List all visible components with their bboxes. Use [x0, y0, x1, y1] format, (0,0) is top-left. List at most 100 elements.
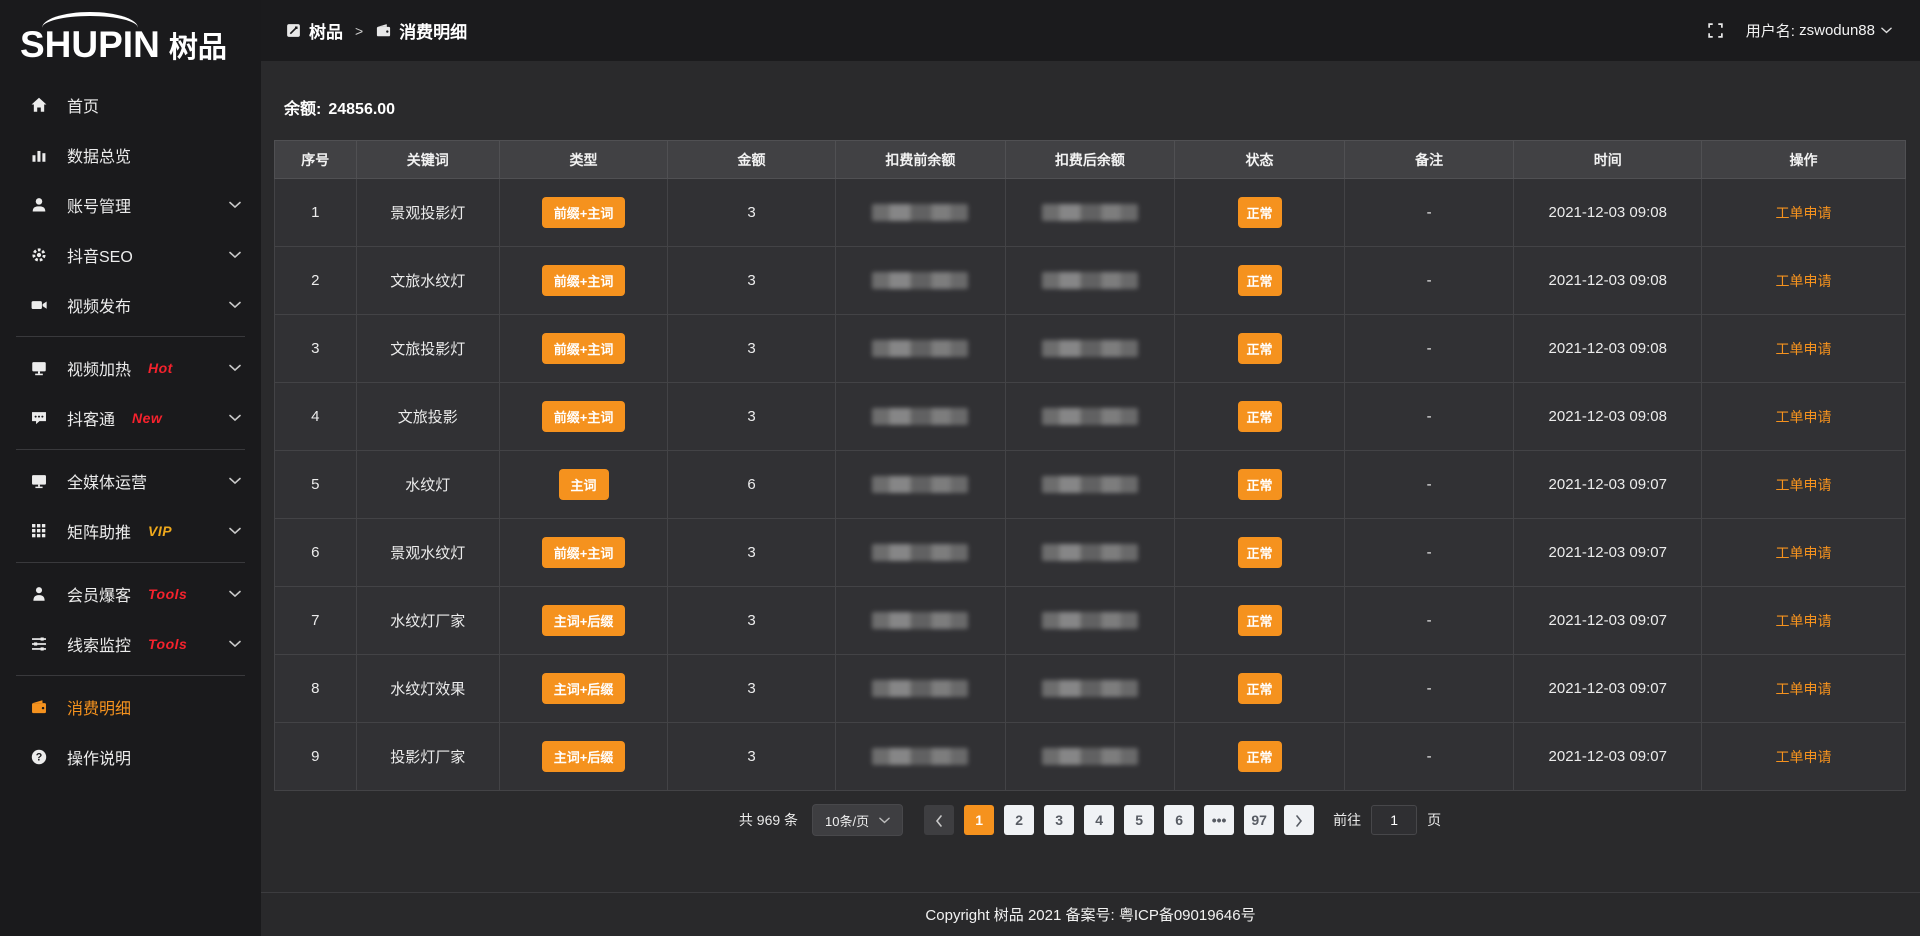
- sidebar-menu: 首页数据总览账号管理抖音SEO视频发布视频加热Hot抖客通New 全媒体运营矩阵助…: [0, 72, 261, 782]
- redacted-balance-before: [872, 408, 968, 425]
- page-ellipsis[interactable]: •••: [1204, 805, 1234, 835]
- chevron-down-icon: [879, 817, 890, 824]
- cell-type: 主词: [500, 451, 668, 519]
- page-button-2[interactable]: 2: [1004, 805, 1034, 835]
- sidebar-item-chat[interactable]: 抖客通New: [0, 393, 261, 443]
- cell-keyword: 投影灯厂家: [356, 723, 500, 791]
- sidebar-item-question[interactable]: ?操作说明: [0, 732, 261, 782]
- cell-keyword: 景观投影灯: [356, 179, 500, 247]
- table-header-row: 序号关键词类型金额扣费前余额扣费后余额状态备注时间操作: [275, 141, 1906, 179]
- user-dropdown[interactable]: 用户名: zswodun88: [1746, 20, 1892, 41]
- status-badge: 正常: [1238, 197, 1282, 228]
- work-order-link[interactable]: 工单申请: [1776, 477, 1832, 493]
- sidebar-item-label: 会员爆客: [67, 582, 131, 606]
- work-order-link[interactable]: 工单申请: [1776, 205, 1832, 221]
- cell-time: 2021-12-03 09:08: [1514, 383, 1702, 451]
- top-header: 树品 > 消费明细 用户名: zswodun88: [261, 0, 1920, 61]
- type-badge: 前缀+主词: [542, 197, 626, 228]
- fullscreen-icon[interactable]: [1707, 22, 1724, 39]
- cell-remark: -: [1344, 179, 1514, 247]
- sidebar-item-tag: VIP: [148, 523, 172, 539]
- sidebar-item-label: 首页: [67, 93, 99, 117]
- cell-action: 工单申请: [1702, 315, 1906, 383]
- sliders-icon: [30, 635, 48, 653]
- cell-type: 前缀+主词: [500, 383, 668, 451]
- chevron-down-icon: [229, 640, 241, 648]
- chart-icon: [30, 146, 48, 164]
- cell-time: 2021-12-03 09:07: [1514, 587, 1702, 655]
- breadcrumb-app[interactable]: 树品: [285, 18, 343, 43]
- page-prev-button[interactable]: [924, 805, 954, 835]
- breadcrumb-page[interactable]: 消费明细: [375, 18, 467, 43]
- page-button-3[interactable]: 3: [1044, 805, 1074, 835]
- sidebar-item-label: 消费明细: [67, 695, 131, 719]
- work-order-link[interactable]: 工单申请: [1776, 681, 1832, 697]
- cell-status: 正常: [1175, 179, 1345, 247]
- sidebar-item-label: 操作说明: [67, 745, 131, 769]
- page-next-button[interactable]: [1284, 805, 1314, 835]
- sidebar-item-tag: Hot: [148, 360, 173, 376]
- column-header: 时间: [1514, 141, 1702, 179]
- cell-balance-before: [836, 723, 1006, 791]
- cell-amount: 3: [668, 383, 836, 451]
- sidebar-item-grid[interactable]: 矩阵助推VIP: [0, 506, 261, 556]
- redacted-balance-before: [872, 680, 968, 697]
- cell-index: 3: [275, 315, 357, 383]
- sidebar-item-monitor[interactable]: 全媒体运营: [0, 456, 261, 506]
- cell-balance-after: [1005, 587, 1175, 655]
- column-header: 金额: [668, 141, 836, 179]
- cell-index: 2: [275, 247, 357, 315]
- work-order-link[interactable]: 工单申请: [1776, 409, 1832, 425]
- cell-index: 7: [275, 587, 357, 655]
- sidebar-item-home[interactable]: 首页: [0, 80, 261, 130]
- cell-time: 2021-12-03 09:08: [1514, 179, 1702, 247]
- chevron-down-icon: [229, 414, 241, 422]
- work-order-link[interactable]: 工单申请: [1776, 273, 1832, 289]
- table-row: 8水纹灯效果主词+后缀3正常-2021-12-03 09:07工单申请: [275, 655, 1906, 723]
- type-badge: 主词+后缀: [542, 741, 626, 772]
- cell-balance-before: [836, 519, 1006, 587]
- work-order-link[interactable]: 工单申请: [1776, 613, 1832, 629]
- chevron-down-icon: [229, 301, 241, 309]
- cell-action: 工单申请: [1702, 587, 1906, 655]
- sidebar-item-user[interactable]: 账号管理: [0, 180, 261, 230]
- cell-remark: -: [1344, 451, 1514, 519]
- page-button-5[interactable]: 5: [1124, 805, 1154, 835]
- cell-amount: 3: [668, 587, 836, 655]
- cell-keyword: 水纹灯: [356, 451, 500, 519]
- sidebar-item-gear[interactable]: 抖音SEO: [0, 230, 261, 280]
- cell-index: 9: [275, 723, 357, 791]
- work-order-link[interactable]: 工单申请: [1776, 749, 1832, 765]
- page-size-select[interactable]: 10条/页: [812, 804, 903, 836]
- work-order-link[interactable]: 工单申请: [1776, 341, 1832, 357]
- table-row: 2文旅水纹灯前缀+主词3正常-2021-12-03 09:08工单申请: [275, 247, 1906, 315]
- sidebar-item-chart[interactable]: 数据总览: [0, 130, 261, 180]
- sidebar-item-screen[interactable]: 视频加热Hot: [0, 343, 261, 393]
- consumption-table: 序号关键词类型金额扣费前余额扣费后余额状态备注时间操作 1景观投影灯前缀+主词3…: [274, 140, 1906, 791]
- page-button-97[interactable]: 97: [1244, 805, 1274, 835]
- chevron-down-icon: [1881, 27, 1892, 34]
- pagination: 共 969 条 10条/页 123456•••97 前往 页: [274, 804, 1906, 836]
- page-button-4[interactable]: 4: [1084, 805, 1114, 835]
- cell-index: 4: [275, 383, 357, 451]
- page-button-6[interactable]: 6: [1164, 805, 1194, 835]
- redacted-balance-before: [872, 272, 968, 289]
- cell-action: 工单申请: [1702, 655, 1906, 723]
- cell-type: 主词+后缀: [500, 723, 668, 791]
- goto-page-input[interactable]: [1371, 805, 1417, 835]
- page-button-1[interactable]: 1: [964, 805, 994, 835]
- sidebar-item-member[interactable]: 会员爆客Tools: [0, 569, 261, 619]
- cell-remark: -: [1344, 655, 1514, 723]
- sidebar-item-sliders[interactable]: 线索监控Tools: [0, 619, 261, 669]
- redacted-balance-before: [872, 476, 968, 493]
- cell-index: 5: [275, 451, 357, 519]
- sidebar-item-label: 线索监控: [67, 632, 131, 656]
- column-header: 类型: [500, 141, 668, 179]
- sidebar-item-wallet[interactable]: 消费明细: [0, 682, 261, 732]
- work-order-link[interactable]: 工单申请: [1776, 545, 1832, 561]
- cell-status: 正常: [1175, 315, 1345, 383]
- user-area: 用户名: zswodun88: [1707, 20, 1892, 41]
- cell-status: 正常: [1175, 247, 1345, 315]
- sidebar-item-video[interactable]: 视频发布: [0, 280, 261, 330]
- screen-icon: [30, 359, 48, 377]
